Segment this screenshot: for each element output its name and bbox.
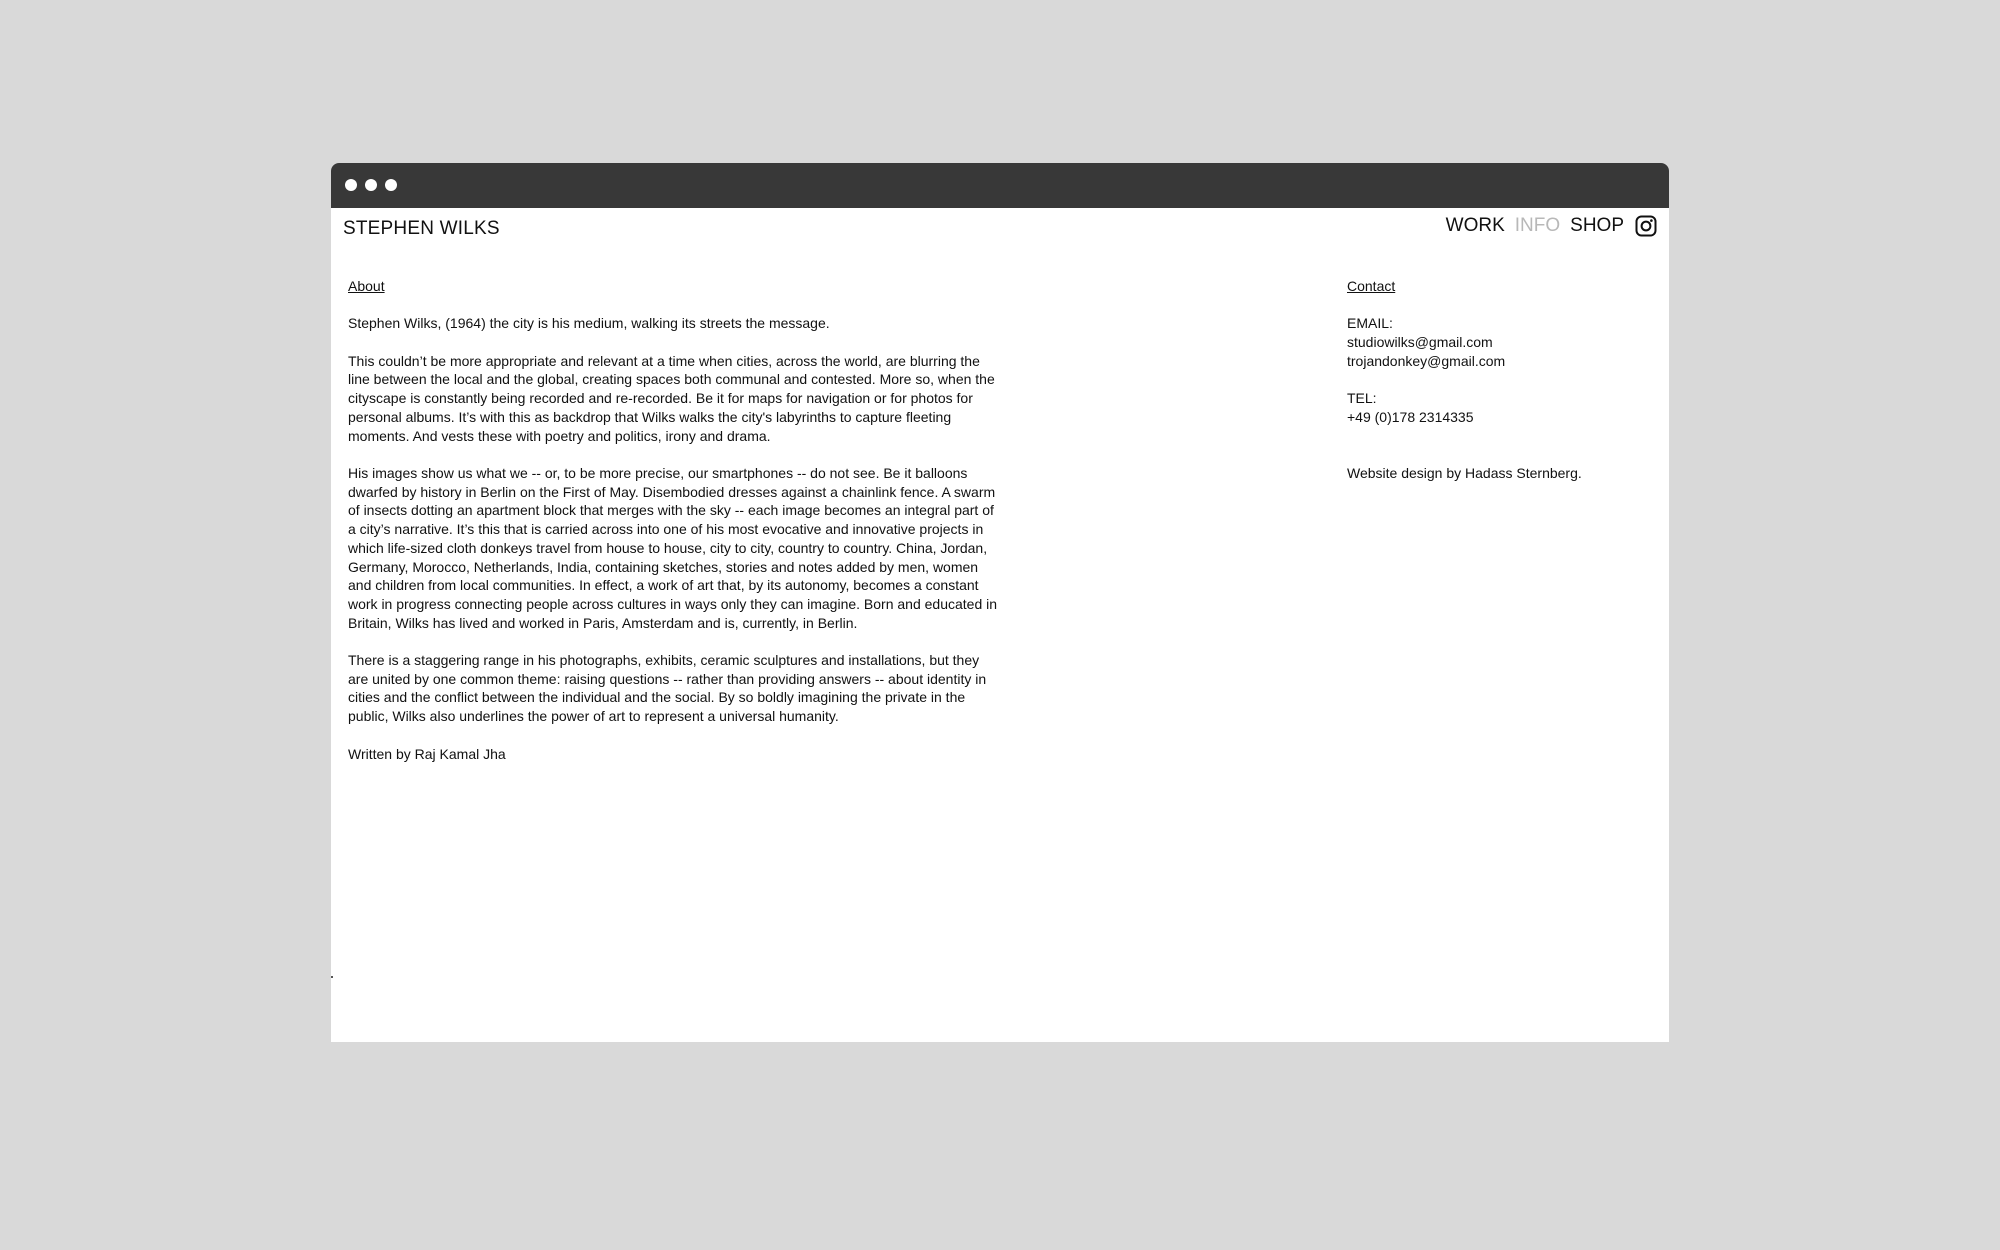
nav-item-shop[interactable]: SHOP [1570,215,1624,237]
tel-label: TEL: [1347,390,1377,407]
about-paragraph: His images show us what we -- or, to be … [348,464,998,631]
email-block: EMAIL: studiowilks@gmail.com trojandonke… [1347,314,1647,370]
about-paragraph-intro: Stephen Wilks, (1964) the city is his me… [348,315,830,332]
designer-link[interactable]: Hadass Sternberg. [1465,465,1582,481]
window-dot-icon [365,179,377,191]
about-heading: About [348,278,385,294]
browser-window: STEPHEN WILKS WORK INFO SHOP About Steph… [331,163,1669,1042]
stray-dot [331,976,333,978]
site-title-link[interactable]: STEPHEN WILKS [343,218,500,240]
instagram-icon[interactable] [1635,215,1657,237]
about-author-credit: Written by Raj Kamal Jha [348,745,506,762]
about-section: About Stephen Wilks, (1964) the city is … [348,277,998,782]
website-credit: Website design by Hadass Sternberg. [1347,464,1647,483]
tel-number[interactable]: +49 (0)178 2314335 [1347,408,1647,427]
contact-heading: Contact [1347,278,1396,294]
about-paragraph: This couldn’t be more appropriate and re… [348,352,995,444]
nav-item-work[interactable]: WORK [1446,215,1505,237]
tel-block: TEL: +49 (0)178 2314335 [1347,389,1647,426]
email-label: EMAIL: [1347,315,1393,332]
window-dot-icon [345,179,357,191]
about-paragraph: There is a staggering range in his photo… [348,652,987,725]
contact-section: Contact EMAIL: studiowilks@gmail.com tro… [1347,277,1647,482]
nav-item-info[interactable]: INFO [1515,215,1560,237]
window-titlebar [331,163,1669,208]
email-link[interactable]: trojandonkey@gmail.com [1347,352,1647,371]
website-credit-prefix: Website design by [1347,464,1466,481]
window-dot-icon [385,179,397,191]
main-nav: WORK INFO SHOP [1446,215,1657,237]
email-link[interactable]: studiowilks@gmail.com [1347,333,1647,352]
